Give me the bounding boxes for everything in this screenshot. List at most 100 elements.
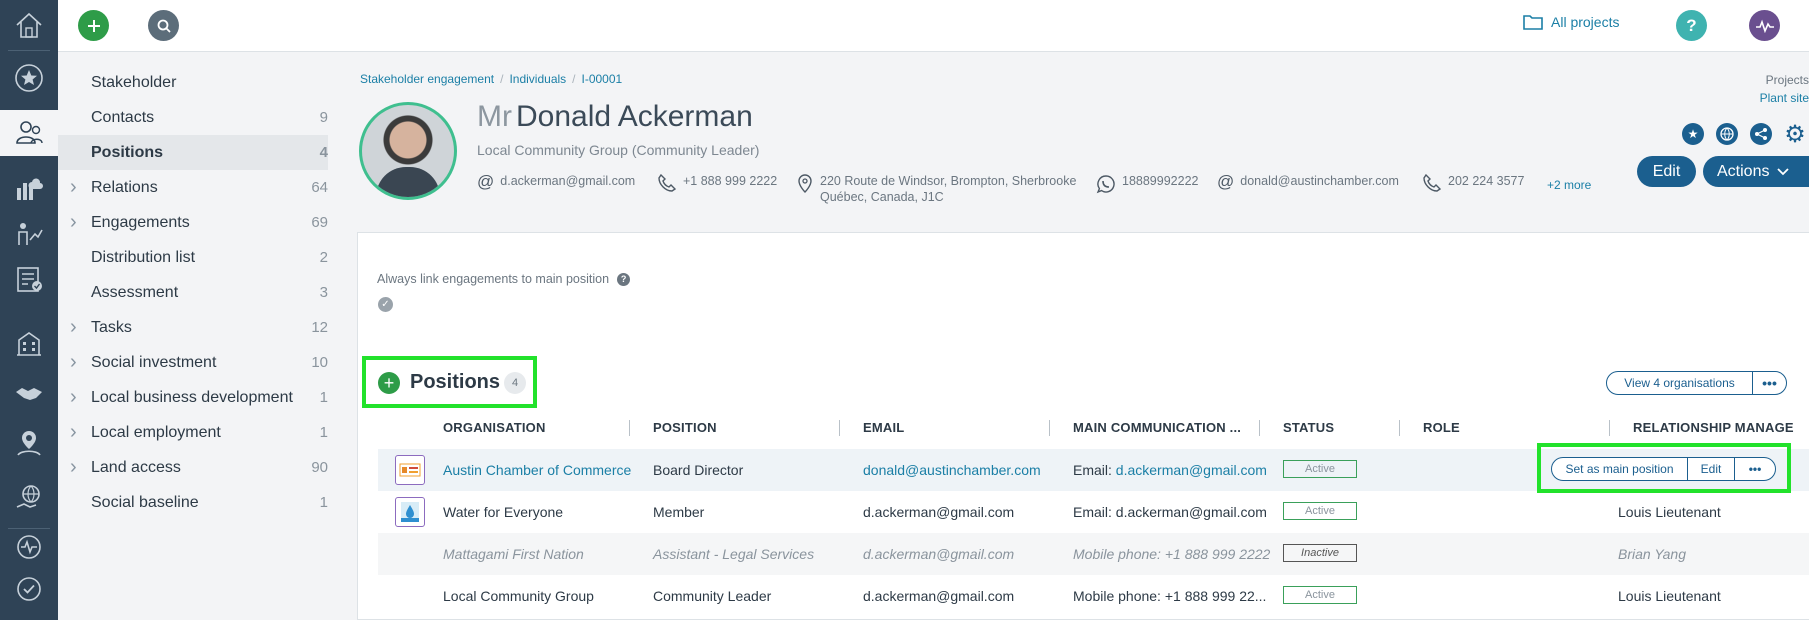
help-button[interactable]: ?	[1676, 10, 1707, 41]
buildings-icon[interactable]	[0, 320, 58, 366]
comm-value: d.ackerman@gmail.com	[1115, 504, 1267, 520]
column-header-email[interactable]: EMAIL	[863, 420, 904, 435]
subnav-item-social-investment[interactable]: › Social investment 10	[58, 345, 328, 380]
contact-email-1[interactable]: @ d.ackerman@gmail.com	[477, 173, 635, 190]
share-icon[interactable]	[1750, 123, 1772, 145]
set-main-position-button[interactable]: Set as main position	[1551, 457, 1688, 481]
organisation-cell[interactable]: Mattagami First Nation	[443, 546, 584, 562]
search-button[interactable]	[148, 10, 179, 41]
column-header-relationship-manager[interactable]: RELATIONSHIP MANAGE	[1633, 420, 1809, 435]
chevron-right-icon[interactable]: ›	[70, 176, 77, 199]
row-more-button[interactable]: •••	[1734, 457, 1776, 481]
more-contacts-link[interactable]: +2 more	[1547, 178, 1591, 192]
add-position-button[interactable]: +	[378, 372, 400, 394]
subnav-item-relations[interactable]: › Relations 64	[58, 170, 328, 205]
edit-button[interactable]: Edit	[1637, 156, 1696, 187]
address-line-2: Québec, Canada, J1C	[820, 190, 944, 204]
row-edit-button[interactable]: Edit	[1687, 457, 1735, 481]
table-row[interactable]: Local Community Group Community Leader d…	[378, 575, 1809, 617]
project-site-link[interactable]: Plant site	[1760, 91, 1809, 105]
subnav-item-assessment[interactable]: Assessment 3	[58, 275, 328, 310]
chart-cloud-icon[interactable]	[0, 165, 58, 211]
checklist-icon[interactable]	[0, 256, 58, 302]
subnav-item-distribution-list[interactable]: Distribution list 2	[58, 240, 328, 275]
subnav-item-label: Social investment	[91, 353, 217, 371]
handshake-icon[interactable]	[0, 370, 58, 416]
check-icon[interactable]	[0, 566, 58, 612]
subnav-item-contacts[interactable]: Contacts 9	[58, 100, 328, 135]
home-icon[interactable]	[0, 2, 58, 48]
add-button[interactable]	[78, 10, 109, 41]
relationship-manager-cell: Louis Lieutenant	[1618, 588, 1721, 604]
table-row[interactable]: Mattagami First Nation Assistant - Legal…	[378, 533, 1809, 575]
subnav-item-local-business-development[interactable]: › Local business development 1	[58, 380, 328, 415]
organisation-link[interactable]: Austin Chamber of Commerce	[443, 462, 631, 478]
email-link[interactable]: donald@austinchamber.com	[863, 462, 1041, 478]
subnav-item-count: 90	[311, 459, 328, 476]
link-engagements-checkbox[interactable]: ✓	[378, 297, 393, 312]
main-communication-cell: Email: d.ackerman@gmail.com	[1073, 462, 1267, 478]
positions-title: Positions	[410, 371, 501, 393]
globe-hand-icon[interactable]	[0, 475, 58, 521]
all-projects-link[interactable]: All projects	[1523, 14, 1619, 30]
status-badge: Active	[1283, 460, 1357, 478]
contact-phone-1[interactable]: +1 888 999 2222	[657, 174, 777, 192]
subnav-item-positions[interactable]: Positions 4	[58, 135, 328, 170]
column-header-position[interactable]: POSITION	[653, 420, 717, 435]
help-question-icon[interactable]: ?	[617, 272, 631, 286]
projects-label: Projects	[1765, 73, 1809, 87]
subnav-item-land-access[interactable]: › Land access 90	[58, 450, 328, 485]
whatsapp-icon	[1096, 175, 1115, 194]
growth-icon[interactable]	[0, 210, 58, 256]
comm-prefix: Mobile phone:	[1073, 588, 1165, 604]
position-cell: Community Leader	[653, 588, 772, 604]
subnav-item-count: 1	[319, 389, 328, 406]
contact-phone-2[interactable]: 202 224 3577	[1422, 174, 1524, 192]
breadcrumb-record-id[interactable]: I-00001	[582, 72, 623, 86]
subnav-item-stakeholder[interactable]: Stakeholder	[58, 65, 328, 100]
chevron-right-icon[interactable]: ›	[70, 421, 77, 444]
activity-icon[interactable]	[0, 524, 58, 570]
chevron-right-icon[interactable]: ›	[70, 316, 77, 339]
actions-button[interactable]: Actions	[1703, 156, 1809, 187]
person-location-icon[interactable]	[0, 420, 58, 466]
subnav-item-local-employment[interactable]: › Local employment 1	[58, 415, 328, 450]
breadcrumb-stakeholder-engagement[interactable]: Stakeholder engagement	[360, 72, 494, 86]
positions-more-button[interactable]: •••	[1752, 371, 1787, 395]
chevron-right-icon[interactable]: ›	[70, 351, 77, 374]
column-header-role[interactable]: ROLE	[1423, 420, 1460, 435]
column-header-organisation[interactable]: ORGANISATION	[443, 420, 546, 435]
column-header-status[interactable]: STATUS	[1283, 420, 1334, 435]
comm-email-link[interactable]: d.ackerman@gmail.com	[1116, 462, 1267, 478]
contact-email-2[interactable]: @ donald@austinchamber.com	[1217, 173, 1399, 190]
subnav-item-label: Positions	[91, 143, 164, 161]
chevron-right-icon[interactable]: ›	[70, 456, 77, 479]
position-cell: Member	[653, 504, 705, 520]
page-title: Mr Donald Ackerman	[477, 100, 753, 134]
view-organisations-button[interactable]: View 4 organisations	[1606, 371, 1753, 395]
email-cell: d.ackerman@gmail.com	[863, 546, 1015, 562]
favorite-star-icon[interactable]: ★	[1682, 123, 1704, 145]
subnav-item-label: Relations	[91, 178, 158, 196]
breadcrumb-individuals[interactable]: Individuals	[509, 72, 566, 86]
subnav-item-social-baseline[interactable]: Social baseline 1	[58, 485, 328, 520]
gear-icon[interactable]: ⚙	[1784, 121, 1806, 148]
subnav-item-engagements[interactable]: › Engagements 69	[58, 205, 328, 240]
person-subtitle: Local Community Group (Community Leader)	[477, 142, 760, 158]
globe-icon[interactable]	[1716, 123, 1738, 145]
stakeholders-icon[interactable]	[0, 110, 58, 156]
star-icon[interactable]	[0, 55, 58, 101]
organisation-cell[interactable]: Local Community Group	[443, 588, 594, 604]
chevron-right-icon[interactable]: ›	[70, 211, 77, 234]
contact-address[interactable]: 220 Route de Windsor, Brompton, Sherbroo…	[796, 174, 1076, 204]
email-2-text: donald@austinchamber.com	[1240, 174, 1399, 188]
organisation-cell[interactable]: Water for Everyone	[443, 504, 563, 520]
chevron-right-icon[interactable]: ›	[70, 386, 77, 409]
whatsapp-text: 18889992222	[1122, 174, 1199, 188]
activity-pulse-button[interactable]	[1749, 10, 1780, 41]
column-header-main-communication[interactable]: MAIN COMMUNICATION ...	[1073, 420, 1241, 435]
table-row[interactable]: Water for Everyone Member d.ackerman@gma…	[378, 491, 1809, 533]
subnav-item-tasks[interactable]: › Tasks 12	[58, 310, 328, 345]
contact-whatsapp[interactable]: 18889992222	[1096, 174, 1198, 194]
record-subnav: Stakeholder Contacts 9 Positions 4 › Relations…	[58, 52, 328, 620]
